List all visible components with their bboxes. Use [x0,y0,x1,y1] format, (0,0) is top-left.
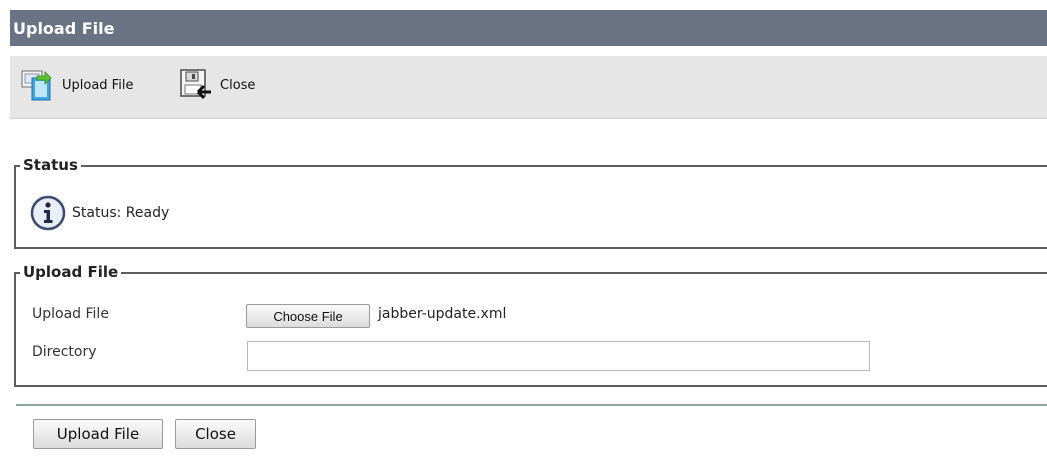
status-text: Status: Ready [72,205,170,221]
upload-file-section: Upload File Upload File Choose File jabb… [14,263,1047,387]
selected-file-name: jabber-update.xml [378,306,507,322]
directory-label: Directory [32,344,97,360]
window-title-bar: Upload File [10,10,1047,46]
status-section: Status Status: Ready [14,156,1047,249]
toolbar-upload-file-button[interactable]: Upload File [20,68,133,102]
directory-input[interactable] [247,341,870,371]
status-legend: Status [20,156,81,174]
toolbar: Upload File Close [10,56,1047,119]
window-title: Upload File [13,18,115,38]
footer-divider [16,404,1047,406]
close-button[interactable]: Close [175,419,256,449]
toolbar-upload-file-label: Upload File [62,77,134,93]
upload-file-icon [21,70,52,101]
status-row: Status: Ready [30,195,169,231]
info-icon [30,195,66,231]
choose-file-button[interactable]: Choose File [246,304,370,328]
close-window-icon [180,69,211,100]
toolbar-close-label: Close [220,77,256,93]
upload-file-legend: Upload File [20,263,122,281]
upload-file-button[interactable]: Upload File [33,419,163,449]
upload-file-label: Upload File [32,306,109,322]
toolbar-close-button[interactable]: Close [178,68,255,102]
